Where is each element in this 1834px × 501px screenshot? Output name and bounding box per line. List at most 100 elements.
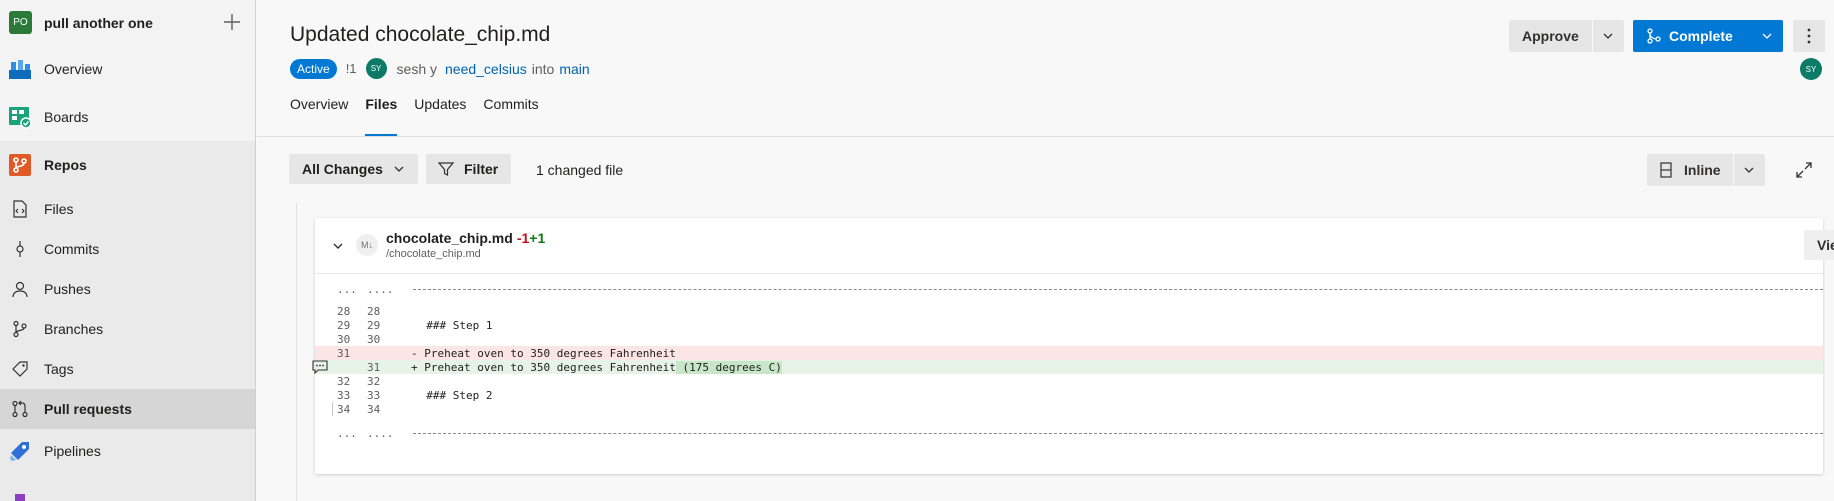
overview-icon: [8, 57, 32, 81]
file-name: chocolate_chip.md -1+1: [386, 230, 545, 246]
file-name-text: chocolate_chip.md: [386, 230, 513, 246]
push-icon: [11, 280, 29, 298]
into-label: into: [531, 60, 555, 77]
test-plans-icon[interactable]: [15, 494, 25, 501]
diff-line: 29 29 ### Step 1: [315, 318, 1823, 332]
file-header: M↓ chocolate_chip.md -1+1 /chocolate_chip…: [315, 218, 1834, 274]
more-actions-button[interactable]: [1793, 20, 1825, 52]
nav-pushes[interactable]: Pushes: [0, 269, 255, 309]
approve-dropdown[interactable]: [1591, 20, 1624, 52]
nav-pushes-label: Pushes: [44, 281, 91, 297]
diff-line: 30 30: [315, 332, 1823, 346]
status-badge: Active: [290, 58, 337, 79]
inline-view-button[interactable]: Inline: [1647, 154, 1733, 186]
nav-tags[interactable]: Tags: [0, 349, 255, 389]
filter-label: Filter: [464, 161, 499, 177]
tab-updates[interactable]: Updates: [414, 96, 466, 136]
view-button[interactable]: View: [1804, 230, 1834, 260]
diff-line-added: 31 + Preheat oven to 350 degrees Fahrenh…: [312, 360, 1823, 374]
view-mode-group: Inline: [1647, 154, 1765, 186]
filter-button[interactable]: Filter: [426, 154, 512, 184]
project-header[interactable]: PO pull another one: [0, 0, 255, 45]
approve-button-group: Approve: [1509, 20, 1624, 52]
line-number: ...: [337, 426, 357, 440]
nav-repos-label: Repos: [44, 157, 87, 173]
chevron-down-icon: [1762, 33, 1772, 39]
all-changes-label: All Changes: [302, 161, 383, 177]
line-number: ...: [337, 282, 357, 296]
complete-button[interactable]: Complete: [1633, 20, 1751, 52]
chevron-down-icon[interactable]: [332, 240, 344, 252]
nav-boards[interactable]: Boards: [0, 93, 255, 141]
code-text-added: + Preheat oven to 350 degrees Fahrenheit: [411, 360, 676, 374]
pr-id: !1: [345, 61, 357, 76]
view-mode-dropdown[interactable]: [1732, 154, 1765, 186]
line-number: ....: [367, 426, 394, 440]
diff-line: 28 28: [315, 304, 1823, 318]
additions-count: +1: [529, 230, 546, 246]
nav-commits-label: Commits: [44, 241, 100, 257]
diff-line-removed: 31 - Preheat oven to 350 degrees Fahrenh…: [315, 346, 1823, 360]
nav-overview[interactable]: Overview: [0, 45, 255, 93]
chevron-down-icon: [1744, 167, 1754, 173]
nav-pipelines[interactable]: Pipelines: [0, 429, 255, 473]
repos-icon: [8, 153, 32, 177]
tag-icon: [11, 360, 29, 378]
filter-icon: [438, 162, 454, 176]
nav-branches[interactable]: Branches: [0, 309, 255, 349]
line-number: 32: [367, 374, 381, 388]
nav-pull-requests[interactable]: Pull requests: [0, 389, 255, 429]
merge-icon: [1647, 28, 1661, 44]
tab-overview[interactable]: Overview: [290, 96, 348, 136]
nav-commits[interactable]: Commits: [0, 229, 255, 269]
approve-button[interactable]: Approve: [1509, 20, 1592, 52]
source-branch-link[interactable]: need_celsius: [445, 61, 527, 77]
line-number: 34: [337, 402, 351, 416]
nav-repos[interactable]: Repos: [0, 141, 255, 189]
tab-commits[interactable]: Commits: [483, 96, 538, 136]
inline-diff-icon: [1660, 162, 1672, 178]
changed-files-count: 1 changed file: [536, 162, 624, 178]
pr-meta: Active !1 SY sesh y need_celsius into ma…: [290, 58, 590, 79]
nav-branches-label: Branches: [44, 321, 104, 337]
complete-dropdown[interactable]: [1750, 20, 1783, 52]
sidebar: PO pull another one Overview Boards Repo…: [0, 0, 256, 501]
author-name: sesh y: [396, 60, 437, 77]
line-number: 34: [367, 402, 381, 416]
line-number: 31: [367, 360, 381, 374]
project-name[interactable]: pull another one: [44, 15, 153, 31]
nav-pull-requests-label: Pull requests: [44, 401, 132, 417]
expand-icon[interactable]: [1794, 160, 1814, 180]
code-text: ### Step 2: [413, 388, 493, 402]
context-bar: [332, 402, 333, 416]
tab-files[interactable]: Files: [365, 96, 397, 136]
file-diff-card: M↓ chocolate_chip.md -1+1 /chocolate_chip…: [312, 218, 1834, 474]
line-number: 29: [367, 318, 381, 332]
file-tree-gutter: [257, 203, 297, 501]
code-text: ### Step 1: [413, 318, 493, 332]
diff-line: 32 32: [315, 374, 1823, 388]
code-text-added-highlight: (175 degrees C): [675, 360, 782, 374]
diff-separator-bottom[interactable]: ... ....: [315, 426, 1823, 440]
pipelines-icon: [8, 439, 32, 463]
nav-boards-label: Boards: [44, 109, 89, 125]
inline-label: Inline: [1684, 162, 1721, 178]
separator-line: [413, 433, 1823, 434]
markdown-icon: M↓: [356, 234, 378, 256]
all-changes-dropdown[interactable]: All Changes: [289, 154, 418, 184]
diff-separator-top[interactable]: ... ....: [315, 282, 1823, 296]
line-number: 29: [337, 318, 351, 332]
pull-request-icon: [11, 400, 29, 418]
pr-tabs: Overview Files Updates Commits: [290, 96, 556, 136]
reviewer-avatar[interactable]: SY: [1800, 58, 1822, 80]
add-icon[interactable]: [222, 12, 242, 32]
nav-files[interactable]: Files: [0, 189, 255, 229]
file-path: /chocolate_chip.md: [386, 248, 481, 260]
target-branch-link[interactable]: main: [559, 61, 589, 77]
deletions-count: -1: [516, 230, 530, 246]
diff-line: 33 33 ### Step 2: [315, 388, 1823, 402]
project-avatar: PO: [9, 11, 32, 34]
author-avatar[interactable]: SY: [365, 58, 387, 79]
comment-icon[interactable]: [312, 360, 328, 374]
complete-label: Complete: [1669, 28, 1733, 44]
